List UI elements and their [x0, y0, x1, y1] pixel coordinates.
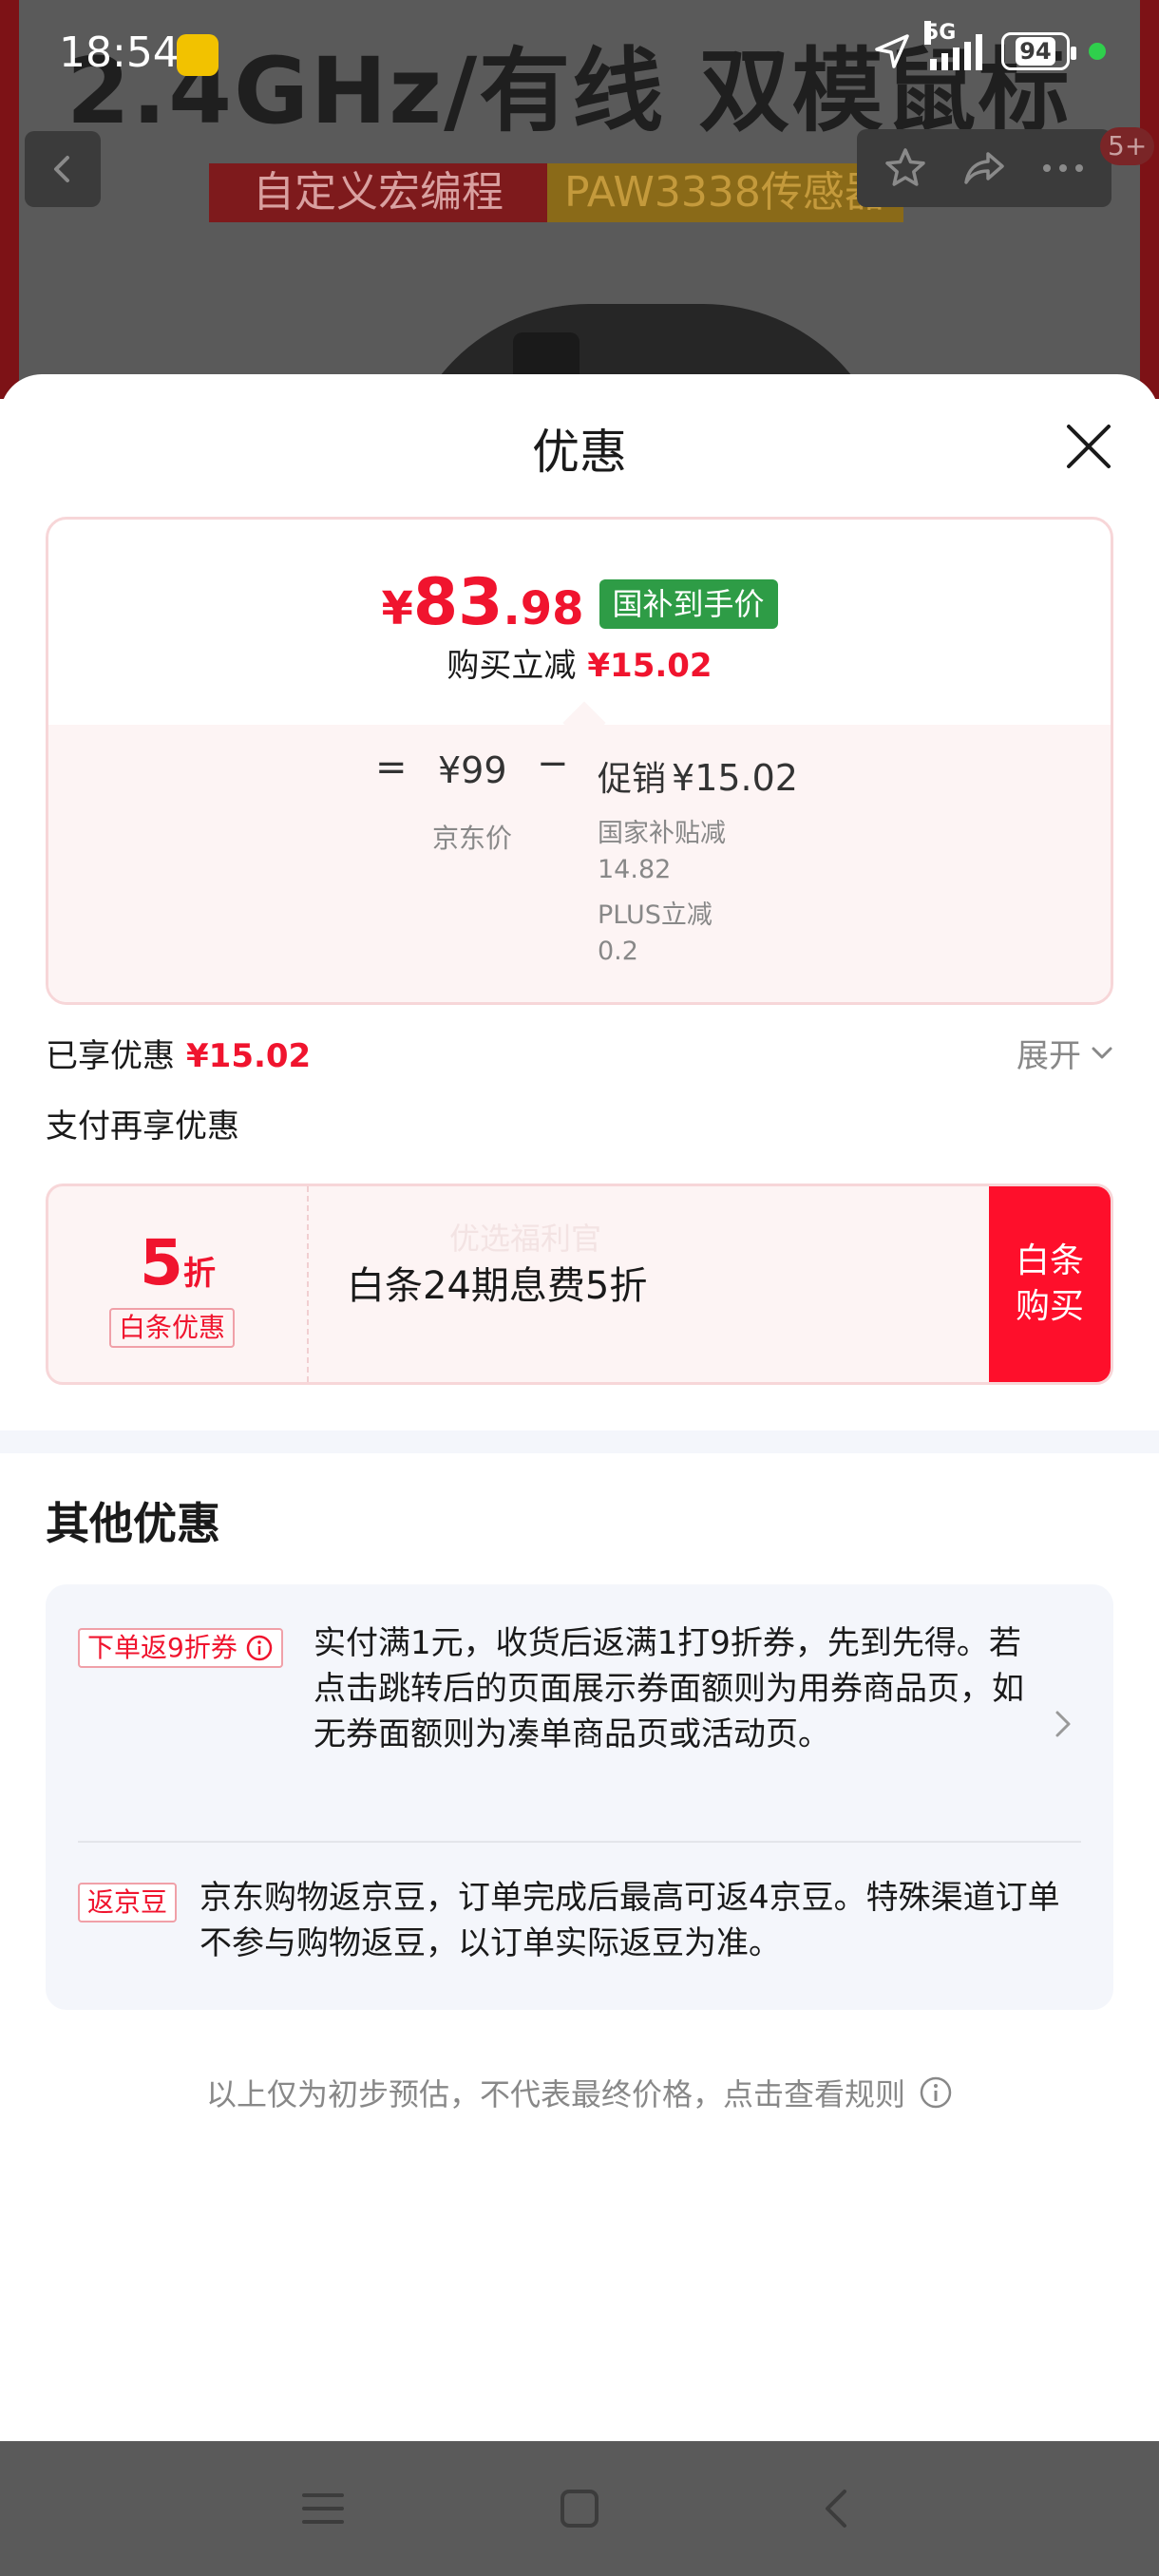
- payment-discount-label: 支付再享优惠: [46, 1108, 239, 1146]
- product-feature-tags: 自定义宏编程 PAW3338传感器: [209, 163, 903, 222]
- feature-tag-macro: 自定义宏编程: [209, 163, 547, 222]
- price-currency: ¥: [381, 582, 413, 635]
- plus-discount-item: PLUS立减 0.2: [598, 898, 712, 970]
- share-button[interactable]: [951, 135, 1017, 201]
- baitiao-buy-line1: 白条: [1015, 1241, 1084, 1280]
- home-button[interactable]: [546, 2475, 613, 2542]
- back-button[interactable]: [25, 131, 101, 207]
- system-navigation-bar: [0, 2441, 1159, 2576]
- more-icon: [1042, 164, 1083, 172]
- info-icon: [246, 1635, 273, 1661]
- battery-level: 94: [1016, 37, 1055, 66]
- minus-sign: −: [537, 742, 569, 786]
- equals-sign: =: [375, 746, 408, 789]
- back-icon: [54, 156, 69, 182]
- baitiao-badge: 白条优惠: [109, 1308, 236, 1348]
- status-time: 18:54: [59, 28, 180, 77]
- baitiao-buy-button[interactable]: 白条 购买: [989, 1186, 1111, 1382]
- back-icon: [826, 2490, 846, 2528]
- more-button[interactable]: [1030, 135, 1096, 201]
- chevron-right-icon[interactable]: [1053, 1708, 1074, 1740]
- recent-apps-button[interactable]: [290, 2475, 356, 2542]
- promotion-total: 促销 ¥15.02: [598, 751, 798, 801]
- expand-label: 展开: [1016, 1037, 1081, 1075]
- nav-back-button[interactable]: [803, 2475, 869, 2542]
- enjoyed-discount-label: 已享优惠: [46, 1037, 175, 1075]
- sheet-title: 优惠: [532, 425, 627, 480]
- price-breakdown-card: ¥ 83 .98 国补到手价 购买立减 ¥15.02 = ¥99 京东价 − 促销…: [46, 517, 1113, 1005]
- notification-badge: 5+: [1100, 127, 1155, 165]
- plus-discount-value: 0.2: [598, 937, 638, 966]
- section-divider: [0, 1430, 1159, 1453]
- instant-discount-label: 购买立减: [446, 647, 577, 685]
- baitiao-buy-line2: 购买: [1015, 1287, 1084, 1326]
- coupon-return-tag-label: 下单返9折券: [87, 1632, 238, 1663]
- status-bar: 18:54 5G 94: [0, 0, 1159, 106]
- national-subsidy-label: 国家补贴减: [598, 819, 726, 848]
- close-button[interactable]: [1054, 412, 1123, 481]
- other-offers-title: 其他优惠: [46, 1498, 220, 1549]
- jd-price: ¥99: [438, 749, 507, 791]
- baitiao-description: 白条24期息费5折: [347, 1264, 648, 1308]
- enjoyed-discount-amount: ¥15.02: [186, 1037, 312, 1075]
- offer-divider: [78, 1841, 1081, 1843]
- enjoyed-discount-row: 已享优惠 ¥15.02: [46, 1030, 311, 1076]
- baitiao-discount-unit: 折: [182, 1255, 216, 1293]
- close-icon: [1067, 425, 1111, 468]
- national-subsidy-value: 14.82: [598, 855, 672, 884]
- price-decimal: .98: [503, 582, 584, 635]
- location-icon: [875, 34, 909, 68]
- price-disclaimer[interactable]: 以上仅为初步预估，不代表最终价格，点击查看规则: [0, 2071, 1159, 2114]
- menu-icon: [302, 2493, 344, 2524]
- final-price: ¥ 83 .98: [381, 565, 583, 640]
- instant-discount-amount: ¥15.02: [587, 647, 712, 685]
- instant-discount-row: 购买立减 ¥15.02: [48, 639, 1111, 686]
- baitiao-offer-card[interactable]: 5折 白条优惠 优选福利官 白条24期息费5折 白条购买: [46, 1184, 1113, 1385]
- home-icon: [560, 2490, 598, 2528]
- jd-bean-description: 京东购物返京豆，订单完成后最高可返4京豆。特殊渠道订单不参与购物返豆，以订单实际…: [200, 1879, 1060, 1962]
- jd-bean-tag-label: 返京豆: [87, 1886, 168, 1918]
- baitiao-discount-number: 5: [140, 1226, 183, 1299]
- status-icons: 5G 94: [873, 21, 1106, 70]
- watermark-text: 优选福利官: [449, 1221, 602, 1257]
- other-offers-card: 下单返9折券 实付满1元，收货后返满1打9折券，先到先得。若点击跳转后的页面展示…: [46, 1584, 1113, 2010]
- baitiao-discount-value: 5折: [48, 1226, 307, 1299]
- discount-sheet: 优惠 ¥ 83 .98 国补到手价 购买立减 ¥15.02 = ¥99 京东价 −…: [0, 374, 1159, 2439]
- price-integer: 83: [412, 565, 504, 640]
- national-subsidy-item: 国家补贴减 14.82: [598, 816, 726, 888]
- price-disclaimer-text: 以上仅为初步预估，不代表最终价格，点击查看规则: [205, 2076, 905, 2112]
- final-price-row: ¥ 83 .98 国补到手价: [48, 565, 1111, 640]
- network-type: 5G: [924, 21, 957, 45]
- signal-icon: 5G: [924, 21, 982, 70]
- info-icon: [920, 2076, 952, 2109]
- star-icon: [885, 148, 926, 186]
- price-calculation: = ¥99 京东价 − 促销 ¥15.02 国家补贴减 14.82 PLUS立减 …: [48, 701, 1111, 1002]
- baitiao-discount-block: 5折 白条优惠: [48, 1186, 309, 1382]
- share-icon: [964, 152, 1004, 184]
- app-notification-icon: [177, 34, 218, 76]
- charging-dot: [1089, 43, 1106, 60]
- battery-icon: 94: [1001, 32, 1076, 70]
- subsidy-price-tag: 国补到手价: [598, 579, 778, 629]
- plus-discount-label: PLUS立减: [598, 900, 712, 930]
- promotion-label: 促销: [598, 760, 667, 799]
- favorite-button[interactable]: [872, 135, 939, 201]
- expand-button[interactable]: 展开: [1016, 1030, 1113, 1076]
- feature-tag-sensor: PAW3338传感器: [547, 163, 903, 222]
- jd-price-label: 京东价: [432, 823, 513, 854]
- jd-bean-tag: 返京豆: [78, 1883, 178, 1923]
- coupon-return-tag[interactable]: 下单返9折券: [78, 1628, 283, 1668]
- promotion-amount: ¥15.02: [672, 757, 798, 799]
- top-action-group: [857, 129, 1112, 207]
- chevron-down-icon: [1092, 1047, 1112, 1058]
- coupon-return-description[interactable]: 实付满1元，收货后返满1打9折券，先到先得。若点击跳转后的页面展示券面额则为用券…: [314, 1620, 1036, 1757]
